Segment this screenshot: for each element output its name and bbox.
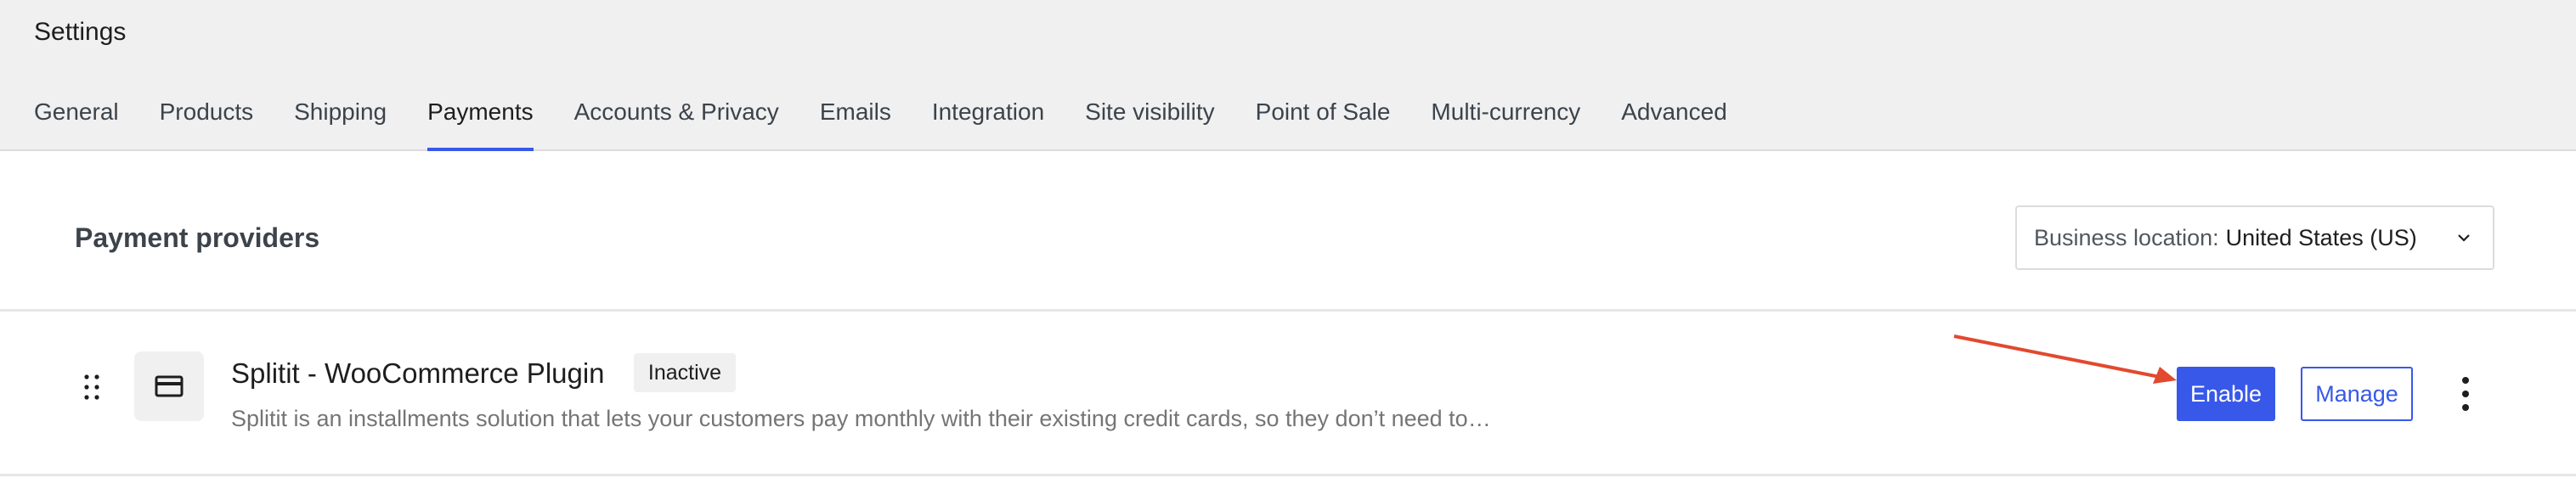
credit-card-icon — [155, 375, 184, 397]
page-title: Settings — [34, 18, 127, 46]
business-location-select[interactable]: Business location: United States (US) — [2015, 205, 2494, 270]
tab-advanced[interactable]: Advanced — [1621, 95, 1727, 151]
enable-button[interactable]: Enable — [2177, 367, 2275, 421]
chevron-down-icon — [2458, 234, 2470, 242]
tab-general[interactable]: General — [34, 95, 119, 151]
provider-icon-box — [134, 351, 204, 421]
divider — [0, 309, 2576, 312]
settings-tabs: General Products Shipping Payments Accou… — [34, 95, 1768, 151]
drag-handle-icon[interactable] — [82, 372, 102, 402]
settings-header: Settings General Products Shipping Payme… — [0, 0, 2576, 151]
tab-shipping[interactable]: Shipping — [294, 95, 387, 151]
business-location-value: United States (US) — [2225, 224, 2417, 250]
business-location-label: Business location: — [2034, 224, 2219, 250]
provider-description: Splitit is an installments solution that… — [231, 406, 1491, 431]
tab-multi-currency[interactable]: Multi-currency — [1431, 95, 1580, 151]
tab-integration[interactable]: Integration — [932, 95, 1044, 151]
tab-accounts-privacy[interactable]: Accounts & Privacy — [574, 95, 779, 151]
tab-emails[interactable]: Emails — [820, 95, 891, 151]
tab-site-visibility[interactable]: Site visibility — [1085, 95, 1214, 151]
more-options-icon[interactable] — [2452, 374, 2479, 414]
manage-button[interactable]: Manage — [2301, 367, 2413, 421]
provider-name: Splitit - WooCommerce Plugin — [231, 357, 605, 389]
tab-point-of-sale[interactable]: Point of Sale — [1256, 95, 1391, 151]
tab-products[interactable]: Products — [160, 95, 254, 151]
tab-payments[interactable]: Payments — [427, 95, 534, 151]
status-badge: Inactive — [634, 353, 736, 392]
section-title: Payment providers — [75, 222, 320, 253]
divider — [0, 474, 2576, 476]
annotation-arrow — [1953, 334, 2177, 384]
